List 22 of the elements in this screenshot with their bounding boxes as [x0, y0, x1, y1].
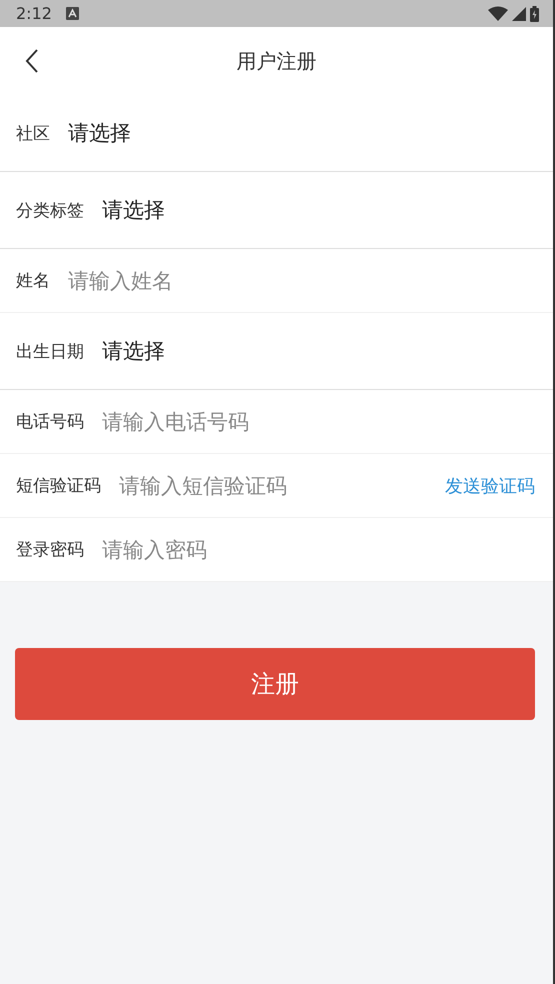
register-button[interactable]: 注册	[15, 648, 535, 720]
input-field[interactable]: 请输入密码	[102, 538, 535, 562]
battery-icon	[530, 6, 539, 22]
status-time: 2:12	[16, 4, 52, 23]
select-field[interactable]: 请选择	[102, 196, 165, 224]
field-label: 出生日期	[16, 340, 84, 362]
send-code-link[interactable]: 发送验证码	[445, 474, 535, 498]
select-field[interactable]: 请选择	[102, 337, 165, 365]
select-field[interactable]: 请选择	[68, 119, 131, 147]
field-label: 社区	[16, 122, 50, 144]
signal-icon	[512, 6, 526, 20]
wifi-icon	[488, 6, 508, 21]
input-field[interactable]: 请输入姓名	[68, 268, 535, 292]
field-label: 姓名	[16, 270, 50, 292]
field-label: 短信验证码	[16, 475, 101, 497]
field-label: 登录密码	[16, 539, 84, 561]
field-label: 分类标签	[16, 200, 84, 222]
field-label: 电话号码	[16, 411, 84, 433]
page-title: 用户注册	[236, 48, 316, 74]
notification-icon	[66, 7, 79, 20]
input-field[interactable]: 请输入电话号码	[102, 410, 535, 434]
input-field[interactable]: 请输入短信验证码	[119, 474, 445, 498]
